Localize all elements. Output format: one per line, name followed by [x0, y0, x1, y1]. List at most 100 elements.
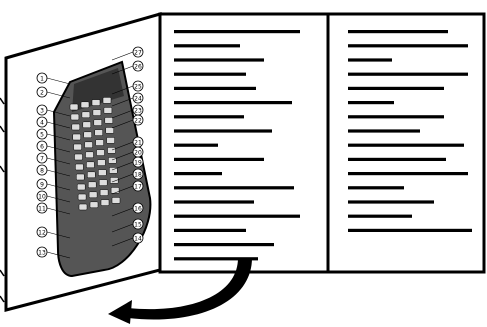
remote-button: [100, 199, 110, 206]
remote-button: [73, 143, 82, 151]
remote-button: [91, 99, 101, 106]
remote-button: [95, 139, 104, 146]
remote-button: [77, 193, 87, 201]
right-text-line: [348, 86, 444, 90]
callout-label: 26: [134, 63, 142, 70]
remote-button: [102, 97, 112, 104]
right-panel: [326, 12, 486, 274]
middle-text-line: [174, 44, 240, 48]
remote-button: [104, 117, 114, 124]
callout-label: 20: [134, 149, 142, 156]
remote-button: [97, 159, 106, 166]
left-edge-marks: [0, 97, 5, 303]
middle-text-line: [174, 186, 294, 190]
right-text-line: [348, 186, 404, 190]
remote-button: [105, 127, 114, 134]
middle-text-line: [174, 200, 254, 204]
callout-label: 13: [38, 249, 46, 256]
callout-label: 3: [40, 107, 44, 114]
remote-button: [71, 123, 81, 131]
remote-button: [83, 131, 92, 139]
right-text-line: [348, 30, 448, 34]
callout-label: 22: [134, 117, 142, 124]
middle-text-line: [174, 243, 274, 247]
right-text-line: [348, 115, 444, 119]
remote-button: [98, 169, 107, 176]
callout-label: 16: [134, 205, 142, 212]
remote-button: [86, 161, 95, 169]
middle-text-line: [174, 129, 272, 133]
remote-button: [93, 119, 103, 126]
callout-label: 6: [40, 143, 44, 150]
remote-button: [74, 153, 83, 161]
callout-label: 23: [134, 107, 142, 114]
callout-label: 9: [40, 181, 44, 188]
remote-button: [98, 179, 108, 186]
callout-label: 1: [40, 75, 44, 82]
remote-button: [96, 149, 105, 156]
callout-label: 2: [40, 89, 44, 96]
remote-button: [106, 137, 115, 144]
remote-button: [94, 129, 103, 136]
callout-label: 14: [134, 235, 142, 242]
middle-text-line: [174, 115, 244, 119]
right-text-line: [348, 172, 468, 176]
remote-button: [75, 163, 84, 171]
callout-label: 24: [134, 95, 142, 102]
remote-button: [87, 181, 97, 189]
right-text-line: [348, 44, 468, 48]
middle-text-line: [174, 30, 300, 34]
remote-button: [70, 113, 80, 121]
callout-label: 8: [40, 167, 44, 174]
callout-label: 27: [134, 49, 142, 56]
callout-label: 5: [40, 131, 44, 138]
remote-button: [103, 107, 113, 114]
right-text-line: [348, 214, 412, 218]
middle-text-line: [174, 214, 300, 218]
callout-label: 11: [38, 205, 46, 212]
callout-label: 15: [134, 221, 142, 228]
middle-text-line: [174, 72, 246, 76]
callout-label: 21: [134, 139, 142, 146]
remote-button: [80, 101, 90, 109]
middle-text-line: [174, 101, 292, 105]
remote-button: [88, 191, 98, 199]
remote-button: [107, 147, 116, 154]
remote-button: [99, 189, 109, 196]
remote-button: [82, 121, 92, 129]
remote-button: [89, 201, 99, 209]
callout-label: 10: [38, 193, 46, 200]
middle-panel: [158, 12, 330, 274]
callout-label: 19: [134, 159, 142, 166]
remote-button: [69, 103, 79, 111]
right-text-line: [348, 228, 472, 232]
callout-label: 7: [40, 155, 44, 162]
callout-label: 25: [134, 83, 142, 90]
remote-button: [92, 109, 102, 116]
remote-button: [72, 133, 81, 141]
middle-text-line: [174, 157, 264, 161]
remote-button: [76, 183, 86, 191]
middle-text-line: [174, 86, 256, 90]
middle-text-line: [174, 228, 246, 232]
right-text-line: [348, 143, 464, 147]
folded-manual-diagram: 12345678910111213 2726252423222120191817…: [0, 12, 486, 324]
middle-text-line: [174, 172, 222, 176]
remote-button: [78, 203, 88, 211]
remote-button: [85, 151, 94, 159]
callout-label: 12: [38, 229, 46, 236]
arrow-head: [108, 300, 132, 324]
remote-button: [76, 173, 85, 181]
middle-text-line: [174, 58, 264, 62]
remote-button: [84, 141, 93, 149]
right-text-line: [348, 58, 392, 62]
remote-button: [108, 157, 117, 164]
callout-label: 18: [134, 171, 142, 178]
right-text-line: [348, 101, 394, 105]
right-text-line: [348, 129, 420, 133]
remote-button: [87, 171, 96, 179]
remote-button: [111, 197, 121, 204]
callout-label: 17: [134, 183, 142, 190]
right-text-line: [348, 72, 468, 76]
remote-button: [81, 111, 91, 119]
